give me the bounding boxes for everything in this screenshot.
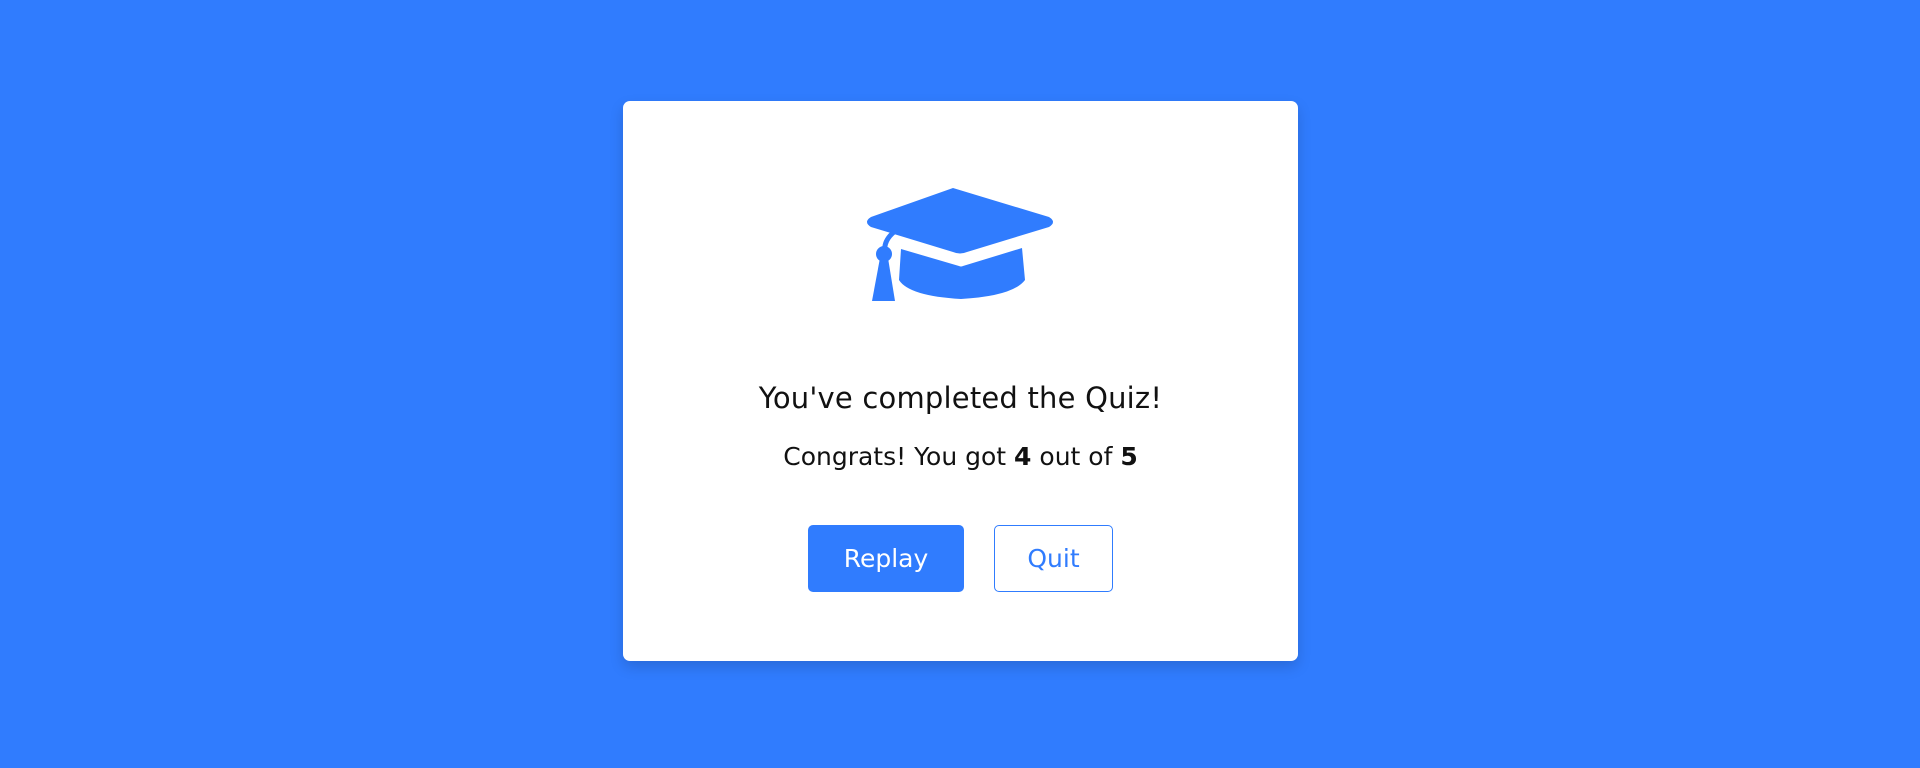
result-box: You've completed the Quiz! Congrats! You… bbox=[623, 101, 1298, 661]
score-text: Congrats! You got 4 out of 5 bbox=[623, 442, 1298, 471]
quit-button[interactable]: Quit bbox=[994, 525, 1113, 592]
score-correct: 4 bbox=[1014, 442, 1032, 471]
graduation-cap-icon bbox=[866, 188, 1053, 301]
icon-container bbox=[623, 187, 1298, 307]
score-prefix: Congrats! You got bbox=[783, 442, 1015, 471]
score-middle: out of bbox=[1031, 442, 1121, 471]
complete-text: You've completed the Quiz! bbox=[758, 381, 1163, 415]
score-total: 5 bbox=[1120, 442, 1138, 471]
replay-button[interactable]: Replay bbox=[808, 525, 964, 592]
button-group: Replay Quit bbox=[623, 525, 1298, 592]
